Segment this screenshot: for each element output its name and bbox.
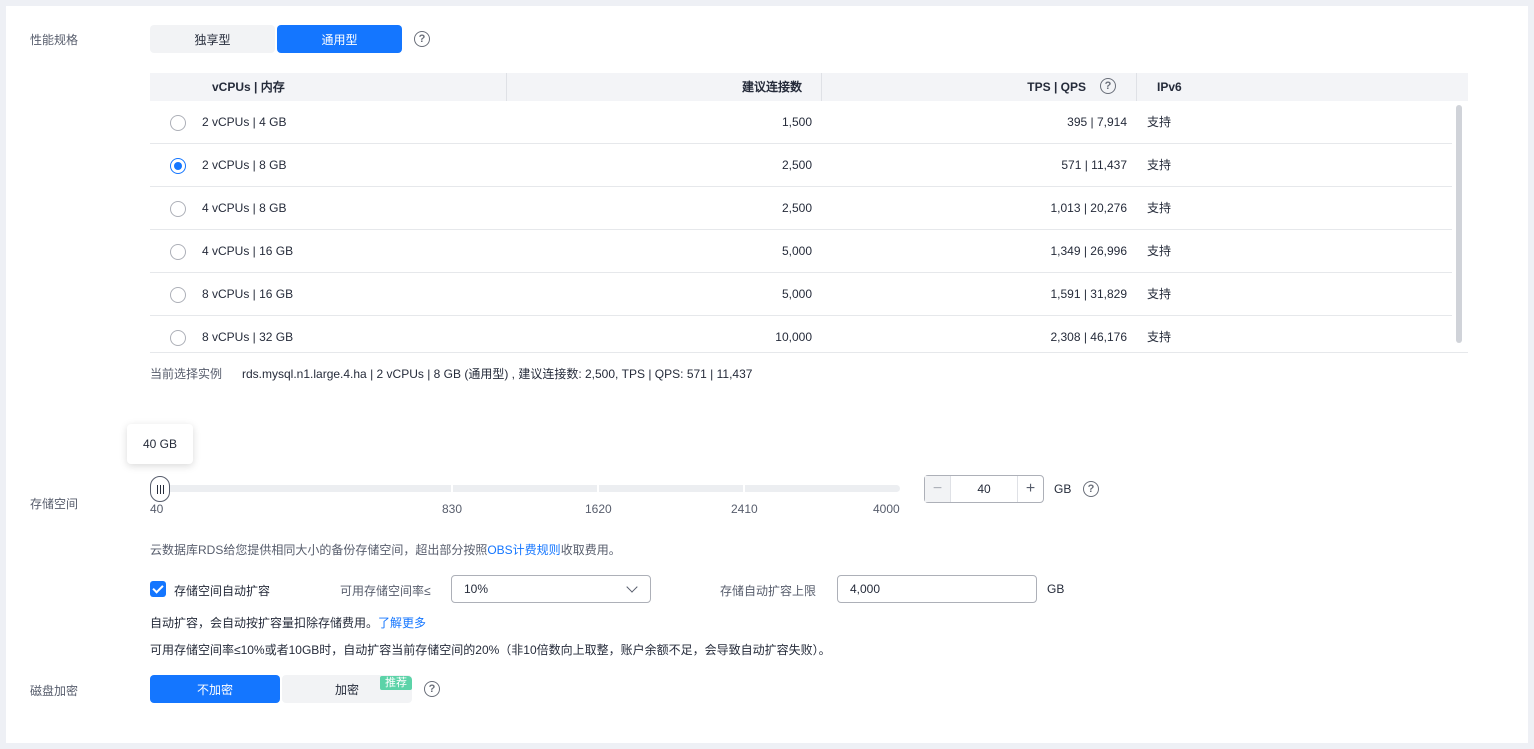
storage-note-text: 云数据库RDS给您提供相同大小的备份存储空间，超出部分按照	[150, 543, 488, 557]
threshold-select[interactable]: 10%	[451, 575, 651, 603]
table-row[interactable]: 4 vCPUs | 8 GB 2,500 1,013 | 20,276 支持	[150, 187, 1452, 230]
recommend-badge: 推荐	[380, 676, 412, 690]
table-row[interactable]: 2 vCPUs | 8 GB 2,500 571 | 11,437 支持	[150, 144, 1452, 187]
cell-tps-qps: 2,308 | 46,176	[1050, 330, 1127, 344]
cell-ipv6: 支持	[1147, 330, 1172, 344]
cell-tps-qps: 571 | 11,437	[1061, 158, 1127, 172]
cell-ipv6: 支持	[1147, 158, 1172, 172]
encryption-label: 磁盘加密	[30, 684, 79, 698]
row-radio[interactable]	[170, 287, 186, 303]
cell-cpu-mem: 2 vCPUs | 4 GB	[202, 115, 287, 129]
autoscale-label: 存储空间自动扩容	[174, 584, 271, 598]
row-radio[interactable]	[170, 244, 186, 260]
autoscale-desc-text: 自动扩容，会自动按扩容量扣除存储费用。	[150, 616, 379, 630]
chevron-down-icon	[626, 581, 638, 593]
spec-label: 性能规格	[30, 33, 79, 47]
current-selection-label: 当前选择实例	[150, 367, 223, 381]
spec-table-header: vCPUs | 内存 建议连接数 TPS | QPS ? IPv6	[150, 73, 1468, 101]
header-tps-qps: TPS | QPS	[1027, 80, 1086, 94]
cell-connections: 2,500	[781, 158, 812, 172]
cell-cpu-mem: 2 vCPUs | 8 GB	[202, 158, 287, 172]
row-radio[interactable]	[170, 158, 186, 174]
slider-scale-label: 830	[442, 502, 463, 516]
header-cpu-mem: vCPUs | 内存	[212, 80, 285, 94]
header-ipv6: IPv6	[1157, 80, 1182, 94]
table-row[interactable]: 8 vCPUs | 32 GB 10,000 2,308 | 46,176 支持	[150, 316, 1452, 352]
threshold-select-value: 10%	[464, 582, 489, 596]
minus-icon[interactable]: −	[925, 476, 951, 502]
limit-input-value: 4,000	[850, 582, 881, 596]
current-selection-value: rds.mysql.n1.large.4.ha | 2 vCPUs | 8 GB…	[242, 367, 753, 381]
cell-connections: 1,500	[781, 115, 812, 129]
spec-option-general[interactable]: 通用型	[277, 25, 402, 53]
question-circle-icon[interactable]: ?	[1100, 78, 1116, 94]
autoscale-desc: 自动扩容，会自动按扩容量扣除存储费用。了解更多	[150, 614, 426, 631]
question-circle-icon[interactable]: ?	[1083, 481, 1099, 497]
storage-label: 存储空间	[30, 497, 79, 511]
header-divider	[506, 73, 507, 101]
slider-tooltip: 40 GB	[127, 424, 193, 464]
cell-cpu-mem: 4 vCPUs | 16 GB	[202, 244, 294, 258]
cell-ipv6: 支持	[1147, 201, 1172, 215]
storage-slider-handle[interactable]	[150, 476, 170, 502]
storage-slider-track[interactable]	[158, 485, 900, 492]
slider-tick	[743, 485, 745, 492]
cell-connections: 5,000	[781, 244, 812, 258]
cell-cpu-mem: 8 vCPUs | 16 GB	[202, 287, 294, 301]
cell-ipv6: 支持	[1147, 287, 1172, 301]
plus-icon[interactable]: +	[1017, 476, 1043, 502]
row-radio[interactable]	[170, 201, 186, 217]
storage-unit: GB	[1054, 482, 1072, 496]
cell-connections: 5,000	[781, 287, 812, 301]
learn-more-link[interactable]: 了解更多	[378, 616, 426, 630]
slider-scale-label: 2410	[731, 502, 758, 516]
question-circle-icon[interactable]: ?	[424, 681, 440, 697]
cell-connections: 2,500	[781, 201, 812, 215]
header-divider	[1136, 73, 1137, 101]
header-divider	[821, 73, 822, 101]
storage-value-input[interactable]: 40	[952, 476, 1016, 502]
cell-tps-qps: 1,349 | 26,996	[1050, 244, 1127, 258]
spec-option-exclusive[interactable]: 独享型	[150, 25, 275, 53]
slider-scale-label: 4000	[873, 502, 900, 516]
slider-tick	[451, 485, 453, 492]
row-radio[interactable]	[170, 115, 186, 131]
storage-note: 云数据库RDS给您提供相同大小的备份存储空间，超出部分按照OBS计费规则收取费用…	[150, 541, 621, 558]
table-scrollbar[interactable]	[1456, 105, 1462, 343]
slider-scale-label: 40	[150, 502, 164, 516]
table-row[interactable]: 4 vCPUs | 16 GB 5,000 1,349 | 26,996 支持	[150, 230, 1452, 273]
autoscale-checkbox[interactable]	[150, 581, 166, 597]
cell-tps-qps: 395 | 7,914	[1067, 115, 1127, 129]
table-row[interactable]: 8 vCPUs | 16 GB 5,000 1,591 | 31,829 支持	[150, 273, 1452, 316]
slider-scale-label: 1620	[585, 502, 612, 516]
limit-input[interactable]: 4,000	[837, 575, 1037, 603]
cell-cpu-mem: 4 vCPUs | 8 GB	[202, 201, 287, 215]
slider-tick	[597, 485, 599, 492]
encryption-option-none[interactable]: 不加密	[150, 675, 280, 703]
table-row[interactable]: 2 vCPUs | 4 GB 1,500 395 | 7,914 支持	[150, 101, 1452, 144]
cell-connections: 10,000	[775, 330, 812, 344]
row-radio[interactable]	[170, 330, 186, 346]
question-circle-icon[interactable]: ?	[414, 31, 430, 47]
spec-table-body: 2 vCPUs | 4 GB 1,500 395 | 7,914 支持 2 vC…	[150, 101, 1468, 353]
autoscale-rule: 可用存储空间率≤10%或者10GB时，自动扩容当前存储空间的20%（非10倍数向…	[150, 643, 831, 657]
cell-ipv6: 支持	[1147, 244, 1172, 258]
storage-stepper: − 40 +	[924, 475, 1044, 503]
header-connections: 建议连接数	[741, 80, 802, 94]
cell-tps-qps: 1,591 | 31,829	[1050, 287, 1127, 301]
limit-label: 存储自动扩容上限	[720, 584, 817, 598]
storage-note-suffix: 收取费用。	[560, 543, 621, 557]
cell-ipv6: 支持	[1147, 115, 1172, 129]
limit-unit: GB	[1047, 582, 1065, 596]
obs-billing-link[interactable]: OBS计费规则	[487, 543, 560, 557]
cell-cpu-mem: 8 vCPUs | 32 GB	[202, 330, 294, 344]
threshold-label: 可用存储空间率≤	[340, 584, 431, 598]
cell-tps-qps: 1,013 | 20,276	[1050, 201, 1127, 215]
